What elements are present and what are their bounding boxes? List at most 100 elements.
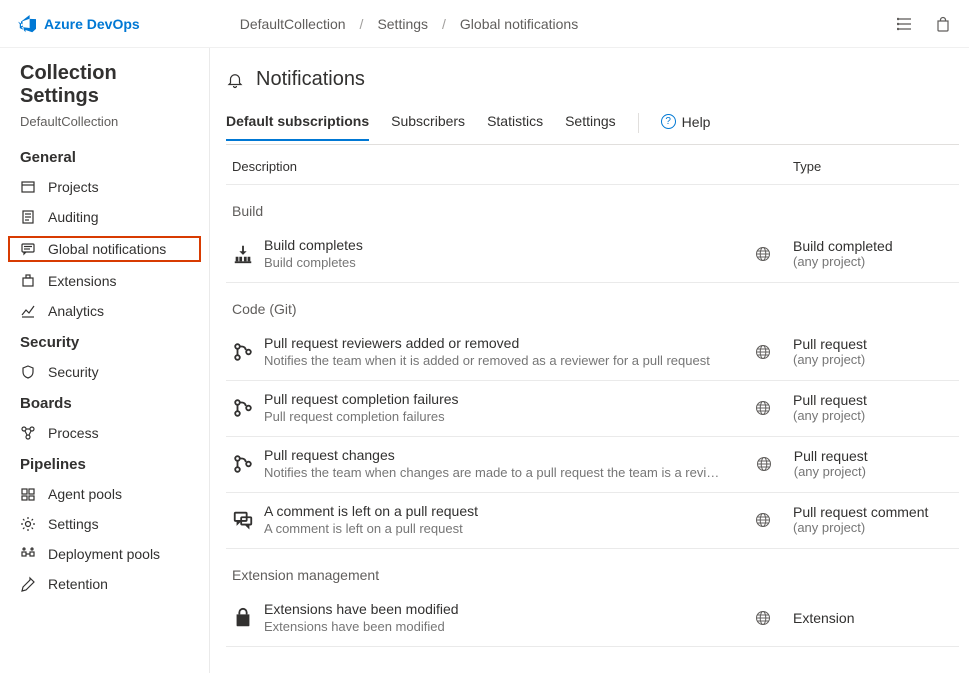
shopping-bag-icon[interactable] bbox=[935, 16, 951, 32]
sidebar-item-auditing[interactable]: Auditing bbox=[0, 202, 209, 232]
subscription-row[interactable]: Pull request changes Notifies the team wh… bbox=[226, 437, 959, 493]
row-scope: (any project) bbox=[794, 464, 953, 479]
notifications-icon bbox=[20, 241, 36, 257]
retention-icon bbox=[20, 576, 36, 592]
row-title: Extensions have been modified bbox=[264, 601, 723, 617]
row-scope: (any project) bbox=[793, 254, 953, 269]
row-type: Pull request bbox=[794, 448, 953, 464]
row-title: Pull request reviewers added or removed bbox=[264, 335, 723, 351]
row-subtitle: Notifies the team when changes are made … bbox=[264, 465, 724, 480]
build-icon bbox=[232, 243, 264, 265]
tab-settings[interactable]: Settings bbox=[565, 113, 616, 141]
row-type: Pull request bbox=[793, 392, 953, 408]
row-type: Extension bbox=[793, 610, 953, 626]
comment-icon bbox=[232, 509, 264, 531]
sidebar-item-extensions[interactable]: Extensions bbox=[0, 266, 209, 296]
subscription-row[interactable]: Build completes Build completes Build comp… bbox=[226, 227, 959, 283]
sidebar-group: Security bbox=[0, 326, 209, 357]
git-icon bbox=[232, 397, 264, 419]
row-title: Build completes bbox=[264, 237, 723, 253]
help-label: Help bbox=[682, 114, 711, 130]
row-scope: (any project) bbox=[793, 520, 953, 535]
row-subtitle: Pull request completion failures bbox=[264, 409, 723, 424]
subscription-row[interactable]: Pull request reviewers added or removed N… bbox=[226, 325, 959, 381]
sidebar: Collection Settings DefaultCollection Ge… bbox=[0, 48, 210, 673]
row-subtitle: A comment is left on a pull request bbox=[264, 521, 723, 536]
breadcrumb-sep: / bbox=[442, 16, 446, 32]
sidebar-item-deployment-pools[interactable]: Deployment pools bbox=[0, 539, 209, 569]
globe-icon bbox=[755, 400, 771, 416]
group-label: Build bbox=[226, 185, 959, 227]
sidebar-item-label: Security bbox=[48, 364, 99, 380]
sidebar-item-label: Agent pools bbox=[48, 486, 122, 502]
projects-icon bbox=[20, 179, 36, 195]
tab-default-subscriptions[interactable]: Default subscriptions bbox=[226, 113, 369, 141]
brand[interactable]: Azure DevOps bbox=[18, 15, 140, 33]
globe-icon bbox=[755, 610, 771, 626]
row-type: Pull request comment bbox=[793, 504, 953, 520]
row-scope: (any project) bbox=[793, 352, 953, 367]
sidebar-item-label: Auditing bbox=[48, 209, 99, 225]
row-type: Build completed bbox=[793, 238, 953, 254]
sidebar-item-settings[interactable]: Settings bbox=[0, 509, 209, 539]
sidebar-item-process[interactable]: Process bbox=[0, 418, 209, 448]
sidebar-title: Collection Settings bbox=[0, 62, 209, 114]
sidebar-group: Boards bbox=[0, 387, 209, 418]
help-link[interactable]: ?Help bbox=[661, 114, 711, 140]
main-content: Notifications Default subscriptions Subsc… bbox=[210, 48, 969, 673]
page-title: Notifications bbox=[256, 68, 365, 91]
breadcrumb-item[interactable]: Global notifications bbox=[460, 16, 578, 32]
git-icon bbox=[232, 453, 264, 475]
tab-statistics[interactable]: Statistics bbox=[487, 113, 543, 141]
col-type: Type bbox=[793, 159, 953, 174]
tabs: Default subscriptions Subscribers Statisti… bbox=[226, 109, 959, 145]
bell-icon bbox=[226, 71, 244, 89]
globe-icon bbox=[755, 344, 771, 360]
azure-devops-icon bbox=[18, 15, 36, 33]
group-label: Code (Git) bbox=[226, 283, 959, 325]
security-icon bbox=[20, 364, 36, 380]
globe-icon bbox=[755, 512, 771, 528]
gear-icon bbox=[20, 516, 36, 532]
row-title: Pull request changes bbox=[264, 447, 724, 463]
agentpools-icon bbox=[20, 486, 36, 502]
col-description: Description bbox=[232, 159, 793, 174]
row-title: Pull request completion failures bbox=[264, 391, 723, 407]
breadcrumb: DefaultCollection / Settings / Global no… bbox=[240, 16, 579, 32]
sidebar-item-security[interactable]: Security bbox=[0, 357, 209, 387]
extensions-icon bbox=[20, 273, 36, 289]
sidebar-item-label: Process bbox=[48, 425, 99, 441]
sidebar-item-label: Analytics bbox=[48, 303, 104, 319]
tab-subscribers[interactable]: Subscribers bbox=[391, 113, 465, 141]
sidebar-item-global-notifications[interactable]: Global notifications bbox=[6, 234, 203, 264]
breadcrumb-item[interactable]: DefaultCollection bbox=[240, 16, 346, 32]
analytics-icon bbox=[20, 303, 36, 319]
sidebar-item-label: Global notifications bbox=[48, 241, 166, 257]
globe-icon bbox=[755, 246, 771, 262]
subscription-row[interactable]: Pull request completion failures Pull req… bbox=[226, 381, 959, 437]
sidebar-item-label: Settings bbox=[48, 516, 99, 532]
row-subtitle: Notifies the team when it is added or re… bbox=[264, 353, 723, 368]
row-subtitle: Extensions have been modified bbox=[264, 619, 723, 634]
git-icon bbox=[232, 341, 264, 363]
sidebar-item-projects[interactable]: Projects bbox=[0, 172, 209, 202]
subscription-row[interactable]: A comment is left on a pull request A com… bbox=[226, 493, 959, 549]
sidebar-group: Pipelines bbox=[0, 448, 209, 479]
row-title: A comment is left on a pull request bbox=[264, 503, 723, 519]
row-subtitle: Build completes bbox=[264, 255, 723, 270]
breadcrumb-sep: / bbox=[360, 16, 364, 32]
sidebar-item-retention[interactable]: Retention bbox=[0, 569, 209, 599]
sidebar-subtitle: DefaultCollection bbox=[0, 114, 209, 141]
auditing-icon bbox=[20, 209, 36, 225]
sidebar-item-analytics[interactable]: Analytics bbox=[0, 296, 209, 326]
list-icon[interactable] bbox=[897, 16, 913, 32]
tab-separator bbox=[638, 113, 639, 133]
row-scope: (any project) bbox=[793, 408, 953, 423]
sidebar-item-agent-pools[interactable]: Agent pools bbox=[0, 479, 209, 509]
brand-text: Azure DevOps bbox=[44, 16, 140, 32]
row-type: Pull request bbox=[793, 336, 953, 352]
sidebar-group: General bbox=[0, 141, 209, 172]
breadcrumb-item[interactable]: Settings bbox=[377, 16, 428, 32]
group-label: Extension management bbox=[226, 549, 959, 591]
subscription-row[interactable]: Extensions have been modified Extensions … bbox=[226, 591, 959, 647]
